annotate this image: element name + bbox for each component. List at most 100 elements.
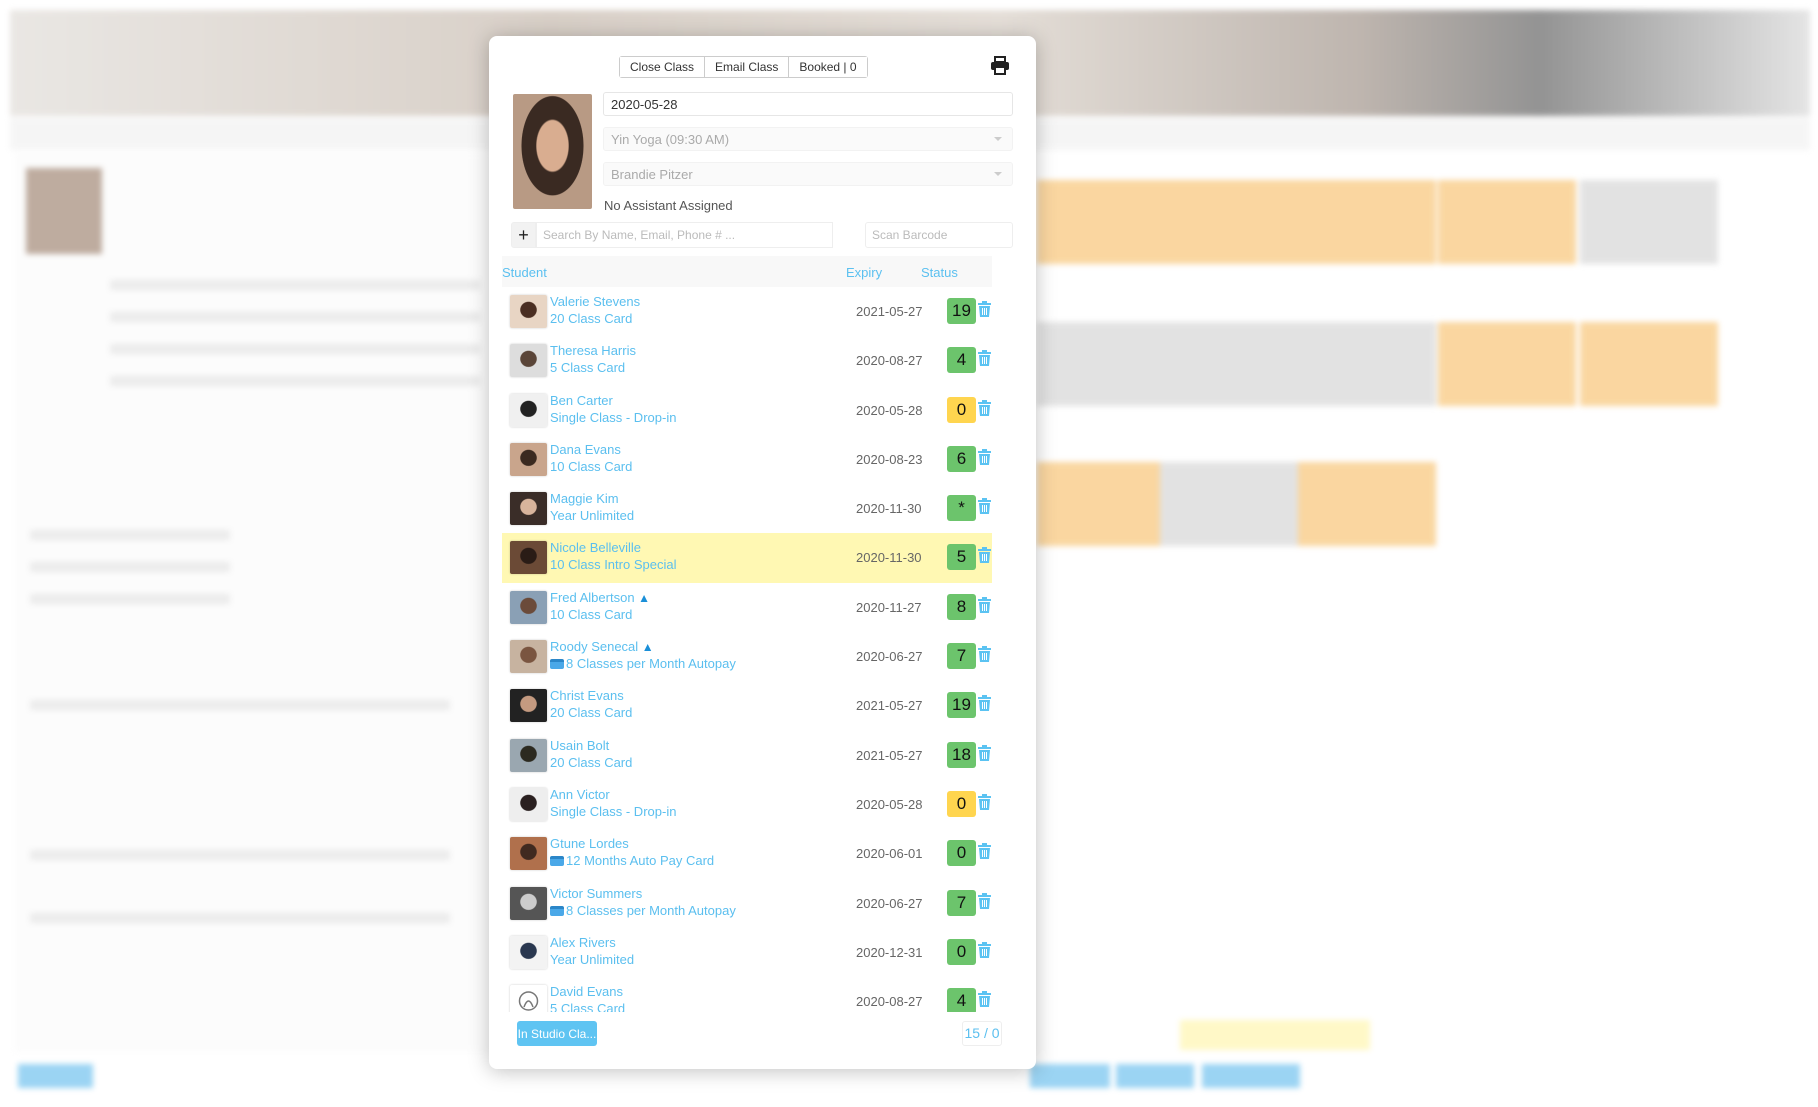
close-class-button[interactable]: Close Class — [620, 57, 706, 77]
table-row[interactable]: Roody Senecal ▲ 8 Classes per Month Autop… — [502, 632, 992, 681]
table-row[interactable]: Maggie Kim Year Unlimited 2020-11-30 * — [502, 484, 992, 533]
scan-barcode-input[interactable] — [865, 222, 1013, 248]
student-name-link[interactable]: Ann Victor — [550, 787, 610, 802]
trash-icon[interactable] — [978, 695, 991, 712]
expiry-date: 2020-06-01 — [856, 846, 923, 862]
booked-button[interactable]: Booked | 0 — [789, 57, 867, 77]
status-badge[interactable]: 0 — [947, 790, 976, 817]
status-badge[interactable]: 19 — [947, 298, 976, 324]
status-badge[interactable]: 7 — [947, 889, 976, 916]
instructor-select[interactable]: Brandie Pitzer — [603, 162, 1013, 186]
trash-icon[interactable] — [978, 646, 991, 663]
table-row[interactable]: Usain Bolt 20 Class Card 2021-05-27 18 — [502, 731, 992, 780]
class-date-field[interactable]: 2020-05-28 — [603, 92, 1013, 116]
trash-icon[interactable] — [978, 498, 991, 515]
student-name-link[interactable]: Usain Bolt — [550, 738, 609, 753]
status-badge[interactable]: 4 — [947, 988, 976, 1012]
student-name-link[interactable]: Dana Evans — [550, 442, 621, 457]
trash-icon[interactable] — [978, 399, 991, 416]
status-badge[interactable]: * — [947, 495, 976, 522]
class-type-button[interactable]: In Studio Cla... — [517, 1021, 597, 1046]
status-badge[interactable]: 0 — [947, 840, 976, 867]
plan-link[interactable]: 8 Classes per Month Autopay — [566, 903, 736, 918]
table-row[interactable]: Alex Rivers Year Unlimited 2020-12-31 0 — [502, 928, 992, 977]
print-icon[interactable] — [990, 56, 1010, 76]
plan-link[interactable]: 5 Class Card — [550, 360, 625, 375]
plan-link[interactable]: 10 Class Intro Special — [550, 557, 676, 572]
column-student[interactable]: Student — [502, 265, 547, 280]
class-date-value: 2020-05-28 — [611, 97, 678, 112]
plan-link[interactable]: Single Class - Drop-in — [550, 804, 676, 819]
trash-icon[interactable] — [978, 350, 991, 367]
expiry-date: 2020-06-27 — [856, 895, 923, 911]
trash-icon[interactable] — [978, 892, 991, 909]
trash-icon[interactable] — [978, 843, 991, 860]
table-row[interactable]: Victor Summers 8 Classes per Month Autopa… — [502, 879, 992, 928]
trash-icon[interactable] — [978, 941, 991, 958]
student-name-link[interactable]: Ben Carter — [550, 393, 613, 408]
status-badge[interactable]: 6 — [947, 445, 976, 472]
status-badge[interactable]: 5 — [947, 544, 976, 571]
plan-link[interactable]: 20 Class Card — [550, 755, 632, 770]
student-name-link[interactable]: David Evans — [550, 984, 623, 999]
plan-link[interactable]: 12 Months Auto Pay Card — [566, 853, 714, 868]
class-roster-modal: Close Class Email Class Booked | 0 2020-… — [489, 36, 1036, 1069]
instructor-select-value: Brandie Pitzer — [611, 167, 693, 182]
email-class-button[interactable]: Email Class — [705, 57, 790, 77]
student-avatar — [510, 787, 547, 821]
plan-link[interactable]: 10 Class Card — [550, 607, 632, 622]
table-row[interactable]: Ann Victor Single Class - Drop-in 2020-05-… — [502, 780, 992, 829]
student-name-link[interactable]: Christ Evans — [550, 688, 624, 703]
plan-link[interactable]: 8 Classes per Month Autopay — [566, 656, 736, 671]
plan-link[interactable]: Year Unlimited — [550, 508, 634, 523]
trash-icon[interactable] — [978, 793, 991, 810]
trash-icon[interactable] — [978, 744, 991, 761]
table-row[interactable]: Nicole Belleville 10 Class Intro Special 2… — [502, 533, 992, 583]
student-avatar — [510, 886, 547, 920]
table-row[interactable]: Dana Evans 10 Class Card 2020-08-23 6 — [502, 435, 992, 484]
student-avatar — [510, 738, 547, 772]
student-name-link[interactable]: Fred Albertson — [550, 590, 635, 605]
status-badge[interactable]: 8 — [947, 593, 976, 620]
plan-link[interactable]: 5 Class Card — [550, 1001, 625, 1012]
table-row[interactable]: Ben Carter Single Class - Drop-in 2020-05-… — [502, 386, 992, 435]
column-status[interactable]: Status — [921, 265, 958, 280]
trash-icon[interactable] — [978, 596, 991, 613]
student-name-link[interactable]: Maggie Kim — [550, 491, 619, 506]
trash-icon[interactable] — [978, 547, 991, 564]
status-badge[interactable]: 4 — [947, 347, 976, 374]
student-name-link[interactable]: Valerie Stevens — [550, 294, 640, 309]
plan-link[interactable]: 20 Class Card — [550, 705, 632, 720]
table-row[interactable]: Theresa Harris 5 Class Card 2020-08-27 4 — [502, 336, 992, 385]
student-avatar — [510, 640, 547, 674]
plan-link[interactable]: 20 Class Card — [550, 311, 632, 326]
student-name-link[interactable]: Roody Senecal — [550, 639, 638, 654]
status-badge[interactable]: 0 — [947, 938, 976, 965]
class-select[interactable]: Yin Yoga (09:30 AM) — [603, 127, 1013, 151]
chevron-down-icon — [994, 172, 1002, 180]
table-row[interactable]: Valerie Stevens 20 Class Card 2021-05-27 19 — [502, 287, 992, 336]
table-row[interactable]: Gtune Lordes 12 Months Auto Pay Card 2020-… — [502, 829, 992, 878]
plan-link[interactable]: Year Unlimited — [550, 952, 634, 967]
plan-link[interactable]: Single Class - Drop-in — [550, 410, 676, 425]
student-search-input[interactable] — [536, 222, 833, 248]
plan-link[interactable]: 10 Class Card — [550, 459, 632, 474]
status-badge[interactable]: 18 — [947, 741, 976, 768]
student-name-link[interactable]: Nicole Belleville — [550, 540, 641, 555]
table-row[interactable]: Christ Evans 20 Class Card 2021-05-27 19 — [502, 681, 992, 730]
student-name-link[interactable]: Victor Summers — [550, 886, 642, 901]
table-row[interactable]: Fred Albertson ▲ 10 Class Card 2020-11-27 8 — [502, 583, 992, 632]
student-list[interactable]: Valerie Stevens 20 Class Card 2021-05-27 19… — [502, 287, 992, 1012]
status-badge[interactable]: 19 — [947, 692, 976, 719]
trash-icon[interactable] — [978, 991, 991, 1008]
student-name-link[interactable]: Gtune Lordes — [550, 836, 629, 851]
student-name-link[interactable]: Theresa Harris — [550, 343, 636, 358]
status-badge[interactable]: 7 — [947, 643, 976, 670]
student-name-link[interactable]: Alex Rivers — [550, 935, 616, 950]
column-expiry[interactable]: Expiry — [846, 265, 882, 280]
status-badge[interactable]: 0 — [947, 396, 976, 423]
trash-icon[interactable] — [978, 301, 991, 317]
trash-icon[interactable] — [978, 448, 991, 465]
add-student-button[interactable]: + — [511, 222, 536, 248]
table-row[interactable]: David Evans 5 Class Card 2020-08-27 4 — [502, 977, 992, 1012]
